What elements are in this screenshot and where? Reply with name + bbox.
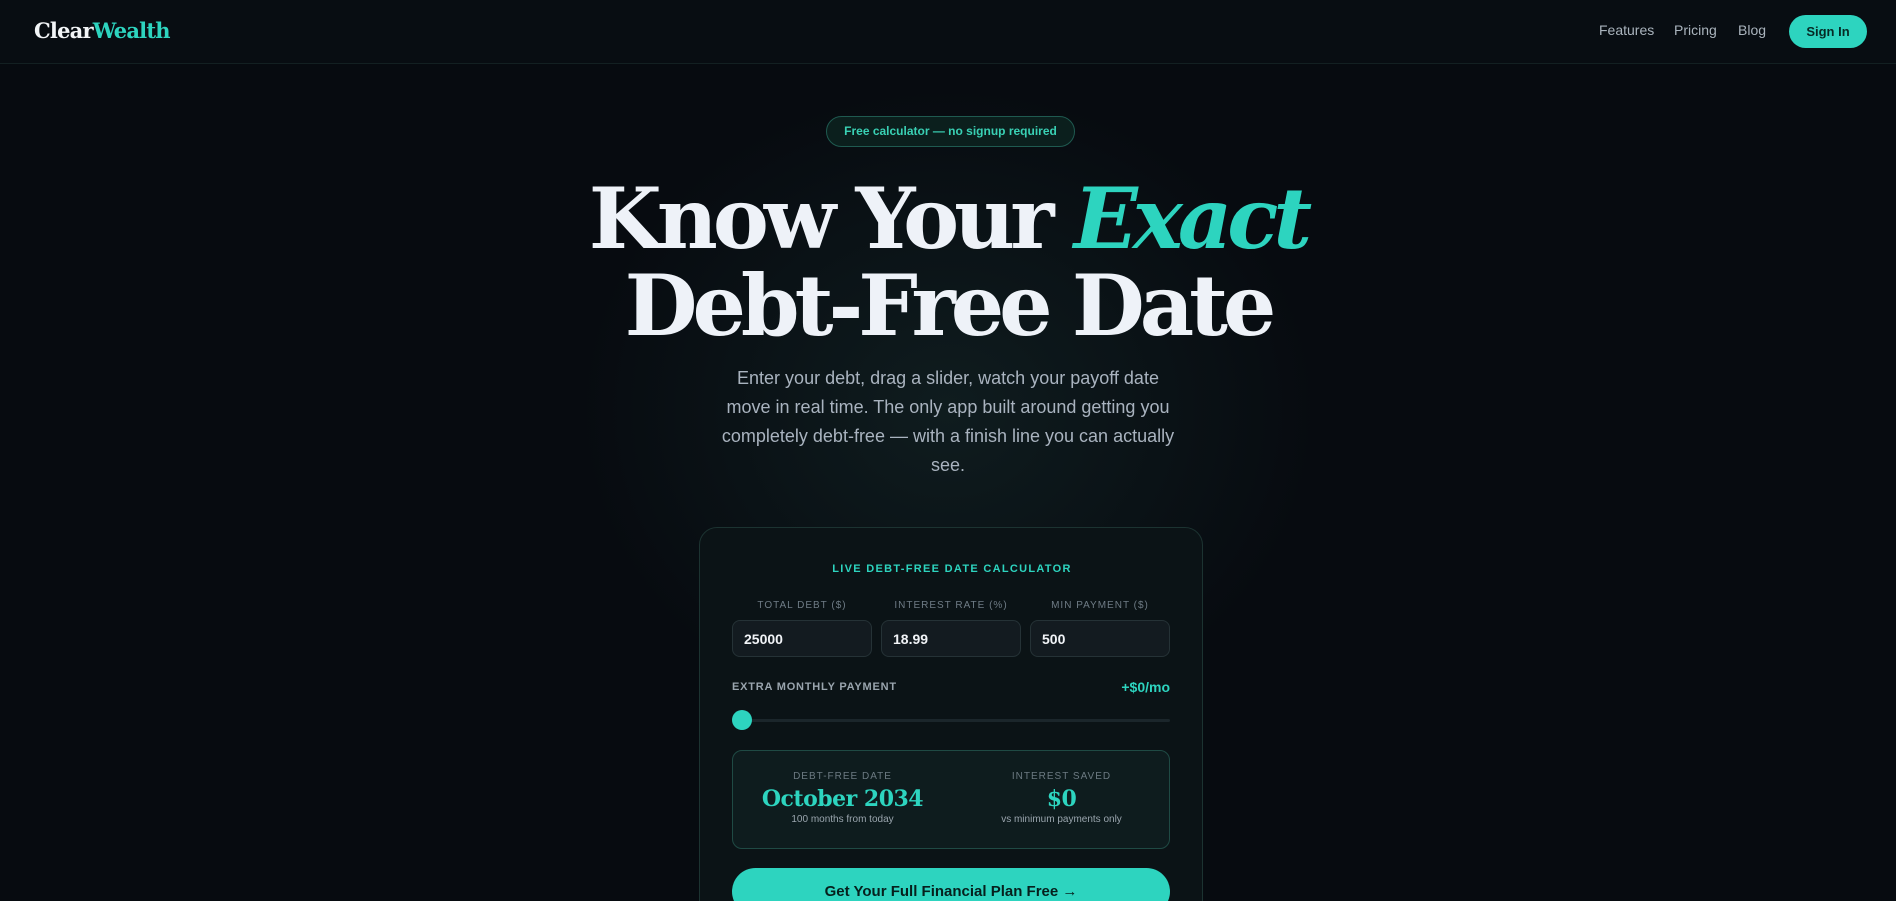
hero-subtitle: Enter your debt, drag a slider, watch yo… (721, 368, 1175, 475)
interest-saved-note: vs minimum payments only (1001, 814, 1122, 825)
interest-saved-result: INTEREST SAVED $0 vs minimum payments on… (952, 751, 1171, 825)
calculator-card: LIVE DEBT-FREE DATE CALCULATOR TOTAL DEB… (699, 527, 1203, 901)
nav-link-pricing[interactable]: Pricing (1674, 22, 1717, 38)
hero-title-line1: Know Your Exact (548, 176, 1348, 262)
interest-saved-value: $0 (1046, 786, 1077, 812)
debt-free-date-result: DEBT-FREE DATE October 2034 100 months f… (733, 751, 952, 825)
logo-text-wealth: Wealth (92, 18, 171, 43)
extra-payment-slider-thumb[interactable] (732, 710, 752, 730)
sign-in-button[interactable]: Sign In (1789, 15, 1867, 48)
extra-payment-slider-track[interactable] (732, 719, 1170, 722)
extra-payment-value: +$0/mo (1121, 679, 1170, 695)
min-payment-label: MIN PAYMENT ($) (1051, 600, 1149, 611)
hero-title-know-your: Know Your (588, 169, 1074, 268)
free-calculator-badge: Free calculator — no signup required (826, 116, 1075, 147)
debt-free-date-note: 100 months from today (791, 814, 894, 825)
nav-link-features[interactable]: Features (1599, 22, 1654, 38)
hero-title-line2: Debt-Free Date (624, 256, 1277, 355)
nav-link-blog[interactable]: Blog (1738, 22, 1766, 38)
calculator-title: LIVE DEBT-FREE DATE CALCULATOR (832, 563, 1072, 575)
interest-saved-label: INTEREST SAVED (1011, 771, 1112, 782)
interest-rate-label: INTEREST RATE (%) (894, 600, 1008, 611)
interest-rate-input[interactable] (881, 620, 1021, 657)
min-payment-input[interactable] (1030, 620, 1170, 657)
get-financial-plan-button[interactable]: Get Your Full Financial Plan Free → (732, 868, 1170, 901)
total-debt-input[interactable] (732, 620, 872, 657)
logo-text-clear: Clear (34, 18, 94, 43)
results-panel: DEBT-FREE DATE October 2034 100 months f… (732, 750, 1170, 849)
debt-free-date-value: October 2034 (761, 786, 924, 812)
debt-free-date-label: DEBT-FREE DATE (793, 771, 892, 782)
extra-payment-label: EXTRA MONTHLY PAYMENT (732, 681, 897, 693)
hero-title-exact: Exact (1073, 169, 1312, 268)
top-nav: ClearWealth Features Pricing Blog Sign I… (0, 0, 1896, 64)
logo[interactable]: ClearWealth (34, 18, 171, 43)
total-debt-label: TOTAL DEBT ($) (757, 600, 847, 611)
